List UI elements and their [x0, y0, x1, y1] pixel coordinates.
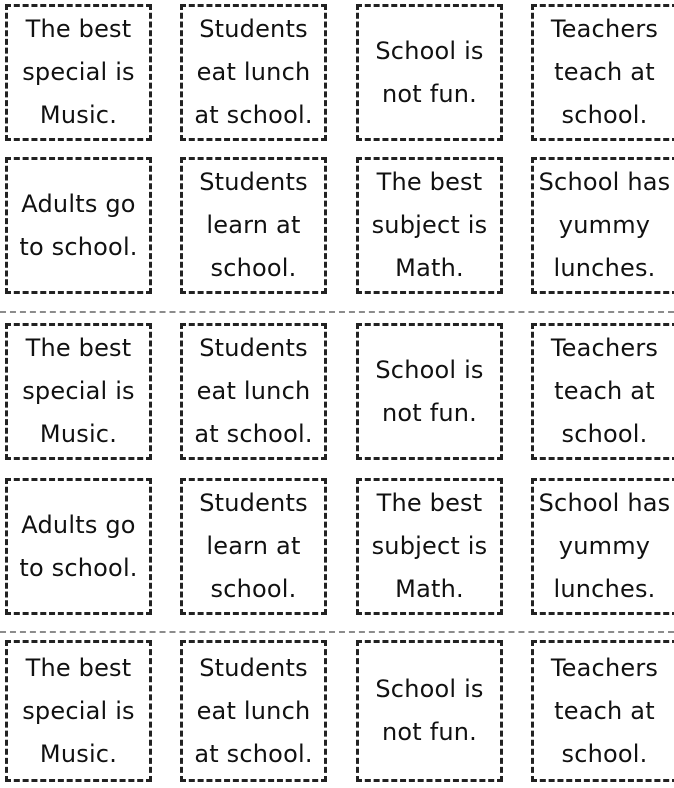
sentence-text: Teachers teach at school. [551, 8, 658, 137]
sentence-card: The best special is Music. [5, 323, 152, 460]
sentence-card: Students learn at school. [180, 478, 327, 615]
sentence-text: Students learn at school. [199, 482, 308, 611]
sentence-line: Music. [39, 101, 118, 129]
sentence-line: learn at [206, 211, 301, 239]
sentence-line: learn at [206, 532, 301, 560]
sentence-card: School is not fun. [356, 640, 503, 782]
sentence-text: The best special is Music. [22, 647, 135, 776]
sentence-line: to school. [19, 553, 138, 582]
sentence-line: lunches. [553, 575, 656, 603]
sentence-line: school. [561, 739, 648, 768]
sentence-text: The best subject is Math. [372, 482, 488, 611]
sentence-line: Teachers [550, 653, 659, 682]
sentence-line: school. [561, 101, 648, 129]
sentence-text: Adults go to school. [19, 183, 137, 269]
sentence-line: Adults go [21, 510, 136, 539]
sentence-text: School is not fun. [375, 349, 483, 435]
sentence-text: Students eat lunch at school. [194, 327, 312, 456]
sentence-card: School has yummy lunches. [531, 157, 674, 294]
sentence-text: The best special is Music. [22, 8, 135, 137]
sentence-line: at school. [194, 101, 313, 129]
sentence-card: Adults go to school. [5, 478, 152, 615]
sentence-line: Students [199, 15, 308, 43]
sentence-line: School has [538, 489, 671, 517]
sentence-card: Teachers teach at school. [531, 640, 674, 782]
sentence-line: Math. [395, 254, 464, 282]
sentence-card: The best subject is Math. [356, 478, 503, 615]
sentence-line: at school. [194, 739, 313, 768]
worksheet-page: The best special is Music. Students eat lunc… [0, 0, 674, 788]
cut-line [0, 311, 674, 313]
sentence-card: Teachers teach at school. [531, 323, 674, 460]
sentence-line: teach at [554, 58, 655, 86]
sentence-line: yummy [558, 532, 651, 560]
sentence-line: to school. [19, 232, 138, 261]
sentence-line: Teachers [550, 334, 659, 362]
sentence-line: Math. [395, 575, 464, 603]
sentence-card: Students eat lunch at school. [180, 640, 327, 782]
sentence-card: School is not fun. [356, 4, 503, 141]
sentence-card: School is not fun. [356, 323, 503, 460]
sentence-line: Music. [39, 420, 118, 448]
sentence-text: The best special is Music. [22, 327, 135, 456]
sentence-line: eat lunch [196, 377, 311, 405]
sentence-line: The best [25, 334, 132, 362]
sentence-text: Students eat lunch at school. [194, 8, 312, 137]
sentence-line: School has [538, 168, 671, 196]
sentence-line: at school. [194, 420, 313, 448]
sentence-card: Students eat lunch at school. [180, 323, 327, 460]
sentence-line: yummy [558, 211, 651, 239]
sentence-line: The best [376, 168, 483, 196]
sentence-line: The best [25, 15, 132, 43]
sentence-text: Teachers teach at school. [551, 647, 658, 776]
sentence-card: School has yummy lunches. [531, 478, 674, 615]
sentence-line: special is [22, 58, 135, 86]
sentence-line: Music. [39, 739, 118, 768]
sentence-line: Students [199, 334, 308, 362]
sentence-line: not fun. [381, 718, 478, 746]
sentence-card: The best subject is Math. [356, 157, 503, 294]
sentence-line: Students [199, 653, 308, 682]
sentence-line: Teachers [550, 15, 659, 43]
sentence-line: Students [199, 168, 308, 196]
sentence-line: subject is [371, 211, 488, 239]
sentence-line: subject is [371, 532, 488, 560]
sentence-card: Students eat lunch at school. [180, 4, 327, 141]
sentence-line: special is [22, 696, 135, 725]
sentence-text: School has yummy lunches. [539, 482, 671, 611]
sentence-line: special is [22, 377, 135, 405]
sentence-line: not fun. [381, 79, 478, 108]
sentence-line: The best [25, 653, 132, 682]
sentence-line: Students [199, 489, 308, 517]
sentence-line: school. [210, 575, 297, 603]
sentence-line: school. [561, 420, 648, 448]
sentence-card: Students learn at school. [180, 157, 327, 294]
sentence-card: Adults go to school. [5, 157, 152, 294]
sentence-card: The best special is Music. [5, 640, 152, 782]
sentence-line: eat lunch [196, 58, 311, 86]
sentence-text: School is not fun. [375, 668, 483, 754]
sentence-text: School has yummy lunches. [539, 161, 671, 290]
sentence-line: School is [375, 36, 484, 65]
sentence-line: The best [376, 489, 483, 517]
sentence-text: Adults go to school. [19, 504, 137, 590]
sentence-line: lunches. [553, 254, 656, 282]
cut-line [0, 631, 674, 633]
sentence-line: School is [375, 355, 484, 384]
sentence-text: The best subject is Math. [372, 161, 488, 290]
sentence-line: Adults go [21, 189, 136, 218]
sentence-line: eat lunch [196, 696, 311, 725]
sentence-text: Students learn at school. [199, 161, 308, 290]
sentence-line: school. [210, 254, 297, 282]
sentence-text: Teachers teach at school. [551, 327, 658, 456]
sentence-line: not fun. [381, 398, 478, 427]
sentence-text: Students eat lunch at school. [194, 647, 312, 776]
sentence-card: The best special is Music. [5, 4, 152, 141]
sentence-card: Teachers teach at school. [531, 4, 674, 141]
sentence-line: School is [375, 675, 484, 703]
sentence-line: teach at [554, 696, 655, 725]
sentence-line: teach at [554, 377, 655, 405]
sentence-text: School is not fun. [375, 30, 483, 116]
